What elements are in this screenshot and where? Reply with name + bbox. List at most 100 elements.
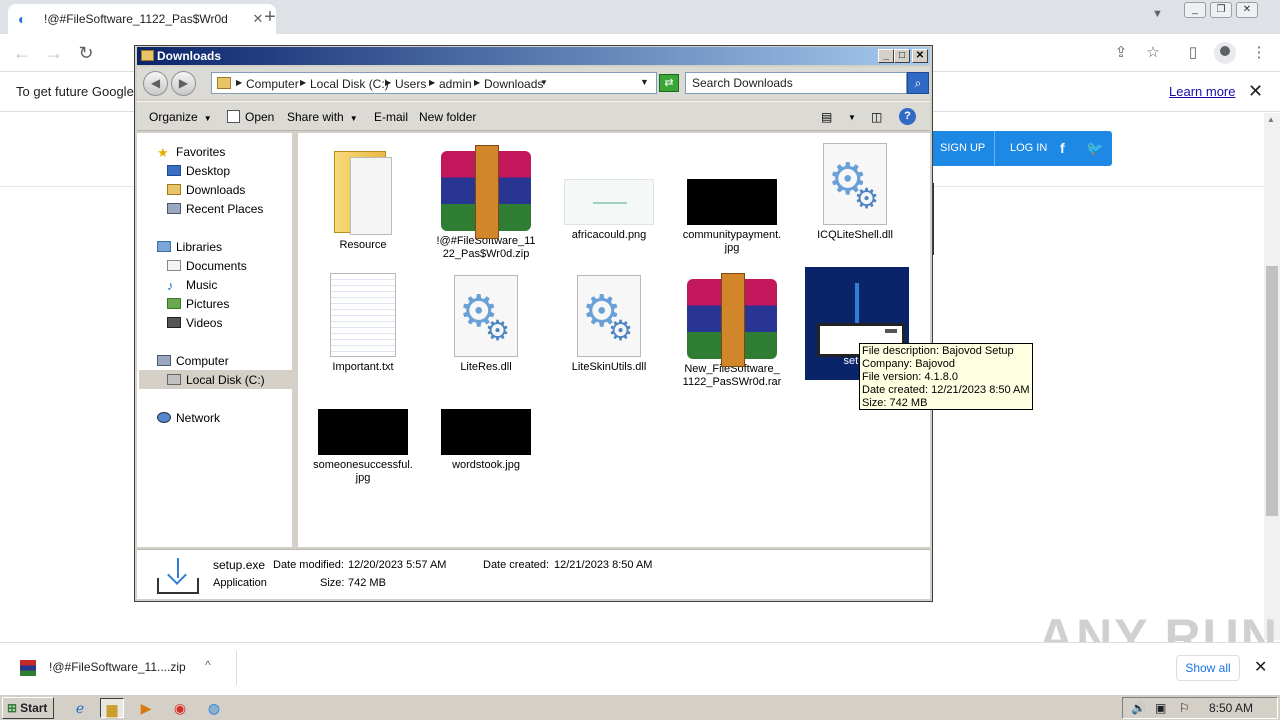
reload-button[interactable]: ↻ [74, 41, 98, 65]
help-icon[interactable]: ? [899, 108, 916, 125]
breadcrumb-arrow-icon[interactable]: ▶ [300, 77, 306, 89]
address-dropdown-icon[interactable]: ▼ [640, 77, 649, 87]
profile-avatar[interactable] [1214, 42, 1236, 64]
share-with-button[interactable]: Share with ▼ [287, 110, 358, 124]
search-icon[interactable]: ⌕ [907, 72, 929, 94]
start-button[interactable]: Start [2, 697, 54, 719]
browser-restore-button[interactable]: ❐ [1210, 2, 1232, 18]
breadcrumb-computer[interactable]: Computer [246, 77, 299, 91]
file-item[interactable]: ICQLiteShell.dll [805, 141, 905, 242]
email-button[interactable]: E-mail [374, 110, 408, 124]
download-options-chevron-icon[interactable]: ^ [205, 658, 211, 672]
text-file-icon [330, 273, 396, 357]
nav-music[interactable]: ♪ Music [167, 278, 217, 293]
breadcrumb-arrow-icon[interactable]: ▶ [385, 77, 391, 89]
nav-videos[interactable]: Videos [167, 316, 222, 330]
browser-minimize-button[interactable]: _ [1184, 2, 1206, 18]
nav-libraries[interactable]: Libraries [157, 240, 222, 254]
nav-desktop[interactable]: Desktop [167, 164, 230, 178]
page-scrollbar[interactable]: ▲ ▼ [1264, 113, 1280, 640]
tab-search-chevron-icon[interactable]: ▼ [1152, 8, 1163, 20]
clock[interactable]: 8:50 AM [1209, 701, 1253, 715]
forward-button[interactable]: → [42, 41, 66, 65]
sign-up-button[interactable]: SIGN UP [940, 142, 985, 154]
image-thumbnail [564, 179, 654, 225]
scroll-up-arrow-icon[interactable]: ▲ [1267, 115, 1275, 124]
share-icon[interactable]: ⇪ [1110, 42, 1132, 64]
downloads-folder-icon [167, 184, 181, 195]
file-item[interactable]: someonesuccessful.jpg [313, 405, 413, 485]
refresh-icon[interactable]: ⇄ [659, 74, 679, 92]
search-input[interactable]: Search Downloads [685, 72, 907, 94]
breadcrumb-arrow-icon[interactable]: ▶ [429, 77, 435, 89]
back-arrow-icon[interactable]: ◀ [143, 71, 168, 96]
dll-gear-icon [577, 275, 641, 357]
winrar-file-icon [20, 660, 36, 676]
browser-close-button[interactable]: ✕ [1236, 2, 1258, 18]
action-center-flag-icon[interactable]: ⚐ [1179, 701, 1190, 715]
nav-downloads[interactable]: Downloads [167, 183, 245, 197]
bookmark-star-icon[interactable]: ☆ [1142, 42, 1164, 64]
file-item[interactable]: !@#FileSoftware_1122_Pas$Wr0d.zip [436, 141, 536, 261]
organize-button[interactable]: Organize ▼ [149, 110, 212, 124]
tooltip-description: File description: Bajovod Setup [862, 345, 1014, 357]
preview-pane-icon[interactable]: ◫ [871, 110, 882, 124]
browser-tab[interactable]: ◐ !@#FileSoftware_1122_Pas$Wr0d ✕ [8, 4, 276, 34]
file-item[interactable]: LiteRes.dll [436, 273, 536, 374]
breadcrumb-arrow-icon[interactable]: ▼ [540, 77, 548, 89]
infobar-close-icon[interactable]: ✕ [1248, 81, 1263, 102]
file-item[interactable]: LiteSkinUtils.dll [559, 273, 659, 374]
close-button[interactable]: ✕ [912, 49, 928, 63]
music-icon: ♪ [167, 278, 174, 293]
breadcrumb-arrow-icon[interactable]: ▶ [474, 77, 480, 89]
breadcrumb-arrow-icon[interactable]: ▶ [236, 77, 242, 89]
breadcrumb-admin[interactable]: admin [439, 77, 472, 91]
infobar-message: To get future Google [16, 84, 134, 99]
nav-computer[interactable]: Computer [157, 354, 229, 368]
file-item[interactable]: communitypayment.jpg [682, 141, 782, 255]
network-tray-icon[interactable]: ▣ [1155, 701, 1166, 715]
new-folder-button[interactable]: New folder [419, 110, 476, 124]
file-item[interactable]: Resource [313, 141, 413, 252]
explorer-folder-icon[interactable]: ▆ [100, 698, 124, 718]
open-button[interactable]: Open [227, 110, 274, 124]
nav-network[interactable]: Network [157, 411, 220, 425]
more-menu-icon[interactable]: ⋮ [1248, 42, 1270, 64]
maximize-button[interactable]: □ [894, 49, 910, 63]
download-item-name[interactable]: !@#FileSoftware_11....zip [49, 660, 186, 674]
chrome-icon[interactable]: ◉ [168, 698, 192, 718]
file-item[interactable]: africacould.png [559, 141, 659, 242]
downloads-bar-close-icon[interactable]: ✕ [1254, 657, 1267, 677]
twitter-icon[interactable]: 🐦 [1086, 140, 1103, 157]
nav-local-disk[interactable]: Local Disk (C:) [139, 370, 293, 389]
change-view-icon[interactable]: ▤ [821, 110, 832, 124]
file-item[interactable]: New_FileSoftware_1122_PasSWr0d.rar [682, 273, 782, 389]
forward-arrow-icon[interactable]: ▶ [171, 71, 196, 96]
edge-icon[interactable]: ◍ [202, 698, 226, 718]
file-item[interactable]: Important.txt [313, 273, 413, 374]
side-panel-icon[interactable]: ▯ [1182, 42, 1204, 64]
breadcrumb-local-disk[interactable]: Local Disk (C:) [310, 77, 389, 91]
back-button[interactable]: ← [10, 41, 34, 65]
view-options-chevron-icon[interactable]: ▼ [848, 113, 856, 122]
explorer-titlebar[interactable]: Downloads _ □ ✕ [137, 47, 930, 65]
log-in-button[interactable]: LOG IN [1010, 142, 1047, 154]
breadcrumb-users[interactable]: Users [395, 77, 426, 91]
nav-documents[interactable]: Documents [167, 259, 247, 273]
file-item[interactable]: wordstook.jpg [436, 405, 536, 472]
learn-more-link[interactable]: Learn more [1169, 84, 1235, 99]
nav-recent-places[interactable]: Recent Places [167, 202, 263, 216]
new-tab-button[interactable]: + [258, 6, 282, 30]
address-bar[interactable]: ▶ Computer ▶ Local Disk (C:) ▶ Users ▶ a… [211, 72, 657, 94]
show-all-button[interactable]: Show all [1176, 655, 1240, 681]
volume-icon[interactable]: 🔊 [1131, 701, 1146, 715]
nav-favorites[interactable]: ★ Favorites [157, 145, 225, 161]
media-player-icon[interactable]: ▶ [134, 698, 158, 718]
details-modified-label: Date modified: [273, 559, 344, 571]
nav-pictures[interactable]: Pictures [167, 297, 229, 311]
scroll-thumb[interactable] [1266, 266, 1278, 516]
minimize-button[interactable]: _ [878, 49, 894, 63]
internet-explorer-icon[interactable]: ℯ [68, 698, 92, 718]
breadcrumb-downloads[interactable]: Downloads [484, 77, 543, 91]
facebook-icon[interactable]: f [1060, 140, 1065, 156]
